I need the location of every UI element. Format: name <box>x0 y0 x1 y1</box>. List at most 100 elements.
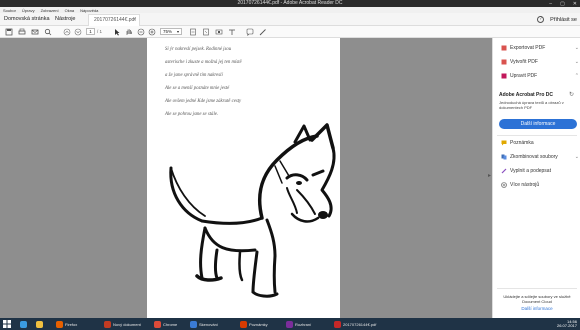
fill-sign-icon <box>501 168 507 174</box>
zoom-value: 75% <box>163 29 173 34</box>
page-content: Si ýr nakreslí pejsek. Rodinné jsou aste… <box>164 47 336 298</box>
taskbar-app[interactable]: Chrome <box>154 319 177 329</box>
help-icon[interactable]: ? <box>537 16 545 23</box>
document-viewer[interactable]: Si ýr nakreslí pejsek. Rodinné jsou aste… <box>0 38 492 318</box>
taskbar-ie-icon[interactable] <box>20 319 27 329</box>
page-number-input[interactable]: 1 <box>86 28 95 35</box>
app-icon <box>56 320 63 328</box>
combine-files-icon <box>501 154 507 160</box>
divider <box>497 135 577 136</box>
page-down-icon[interactable] <box>73 28 82 36</box>
page-up-icon[interactable] <box>62 28 71 36</box>
zoom-in-icon[interactable] <box>147 28 156 36</box>
pdf-page: Si ýr nakreslí pejsek. Rodinné jsou aste… <box>147 38 340 318</box>
close-window-button[interactable]: ✕ <box>573 1 577 7</box>
menu-file[interactable]: Soubor <box>3 8 16 13</box>
pen-icon[interactable] <box>258 28 267 36</box>
handwriting-line: Ale se a menší poznáte mnie jesté <box>164 86 230 91</box>
taskbar-app[interactable]: Rozhraní <box>286 319 311 329</box>
taskbar-app-label: Poznámky <box>249 321 268 327</box>
handwriting-line: a že jsme správně tím nakreslí <box>165 73 223 78</box>
taskbar-app[interactable]: 20170726144€.pdf <box>334 319 376 329</box>
minimize-button[interactable]: – <box>549 1 552 7</box>
taskbar-app[interactable]: Poznámky <box>240 319 268 329</box>
document-cloud-text: Ukládejte a sdílejte soubory ve službě D… <box>503 294 571 304</box>
tool-label: Vytvořit PDF <box>510 59 538 65</box>
window-controls: – ▢ ✕ <box>549 0 577 7</box>
menu-help[interactable]: Nápověda <box>80 8 98 13</box>
menu-edit[interactable]: Úpravy <box>22 8 35 13</box>
fit-page-icon[interactable] <box>188 28 197 36</box>
menu-window[interactable]: Okna <box>65 8 75 13</box>
email-icon[interactable] <box>30 28 39 36</box>
taskbar-app[interactable]: Nový dokument <box>104 319 141 329</box>
create-pdf-icon <box>501 59 507 65</box>
print-icon[interactable] <box>17 28 26 36</box>
export-pdf-icon <box>501 45 507 51</box>
tab-tools[interactable]: Nástroje <box>55 13 75 26</box>
collapse-pane-icon[interactable]: ▸ <box>488 172 491 179</box>
account-area: ? Přihlásit se <box>537 13 577 26</box>
chevron-down-icon: ⌄ <box>574 154 579 160</box>
handwriting-line: Ale ovšem jedné Kde jsme zákrutě cesty <box>164 99 242 104</box>
document-cloud-link[interactable]: Další informace <box>499 306 575 311</box>
tool-export-pdf[interactable]: Exportovat PDF ⌄ <box>501 44 579 52</box>
tools-pane: Exportovat PDF ⌄ Vytvořit PDF ⌄ Upravit … <box>492 38 580 318</box>
tool-label: Poznámka <box>510 140 534 146</box>
taskbar-explorer-icon[interactable] <box>36 319 43 329</box>
chevron-down-icon: ▾ <box>176 29 179 34</box>
pro-promo-description: Jednoduchá úprava textů a obrazů v dokum… <box>499 100 564 110</box>
save-icon[interactable] <box>4 28 13 36</box>
handwriting-line: Ale se pohrou jsme se stále. <box>164 112 218 117</box>
select-cursor-icon[interactable] <box>112 28 121 36</box>
more-tools-icon <box>501 182 507 188</box>
window-title: 20170726144€.pdf - Adobe Acrobat Reader … <box>237 0 343 6</box>
hand-tool-icon[interactable] <box>124 28 133 36</box>
tool-fill-sign[interactable]: Vyplnit a podepsat <box>501 167 579 175</box>
comment-tool-icon[interactable] <box>245 28 254 36</box>
rotate-icon[interactable] <box>214 28 223 36</box>
taskbar-app[interactable]: Skenování <box>190 319 218 329</box>
chevron-down-icon: ⌄ <box>574 59 579 65</box>
highlight-icon[interactable] <box>227 28 236 36</box>
edit-pdf-icon <box>501 73 507 79</box>
chevron-up-icon: ⌃ <box>574 73 579 79</box>
tool-more-tools[interactable]: Více nástrojů <box>501 181 579 189</box>
tab-close-icon[interactable]: × <box>133 15 136 26</box>
sign-in-link[interactable]: Přihlásit se <box>550 17 577 23</box>
page-total: / 1 <box>97 29 103 34</box>
taskbar-app-label: Rozhraní <box>295 321 312 327</box>
window-titlebar: 20170726144€.pdf - Adobe Acrobat Reader … <box>0 0 580 7</box>
zoom-out-icon[interactable] <box>136 28 145 36</box>
taskbar-app[interactable]: Firefox <box>56 319 77 329</box>
menu-view[interactable]: Zobrazení <box>41 8 59 13</box>
zoom-select[interactable]: 75% ▾ <box>160 28 182 35</box>
taskbar-clock[interactable]: 14:56 26.07.2017 <box>557 320 577 328</box>
handwriting-line: Si ýr nakreslí pejsek. Rodinné jsou <box>165 47 232 52</box>
tab-home[interactable]: Domovská stránka <box>4 13 50 26</box>
tab-document[interactable]: 20170726144€.pdf × <box>88 14 140 26</box>
taskbar-app-label: Nový dokument <box>113 321 141 327</box>
scroll-mode-icon[interactable] <box>201 28 210 36</box>
dog-drawing <box>169 123 336 298</box>
more-info-button[interactable]: Další informace <box>499 119 577 129</box>
tool-label: Více nástrojů <box>510 182 540 188</box>
comment-icon <box>501 140 507 146</box>
taskbar: Firefox Nový dokument Chrome Skenování P… <box>0 318 580 330</box>
tool-create-pdf[interactable]: Vytvořit PDF ⌄ <box>501 58 579 66</box>
tool-comment[interactable]: Poznámka <box>501 139 579 147</box>
tool-edit-pdf[interactable]: Upravit PDF ⌃ <box>501 72 579 80</box>
tool-label: Vyplnit a podepsat <box>510 168 551 174</box>
tabbar: Domovská stránka Nástroje 20170726144€.p… <box>0 13 580 26</box>
tool-label: Exportovat PDF <box>510 45 546 51</box>
windows-start-icon[interactable] <box>3 320 11 328</box>
clock-date: 26.07.2017 <box>556 323 577 328</box>
search-icon[interactable] <box>43 28 52 36</box>
maximize-button[interactable]: ▢ <box>560 1 565 7</box>
tool-combine-files[interactable]: Zkombinovat soubory ⌄ <box>501 153 579 161</box>
taskbar-app-label: Chrome <box>163 321 178 327</box>
taskbar-app-label: Firefox <box>65 321 78 327</box>
chevron-down-icon: ⌄ <box>574 45 579 51</box>
taskbar-app-label: 20170726144€.pdf <box>343 321 377 327</box>
divider <box>497 288 577 289</box>
